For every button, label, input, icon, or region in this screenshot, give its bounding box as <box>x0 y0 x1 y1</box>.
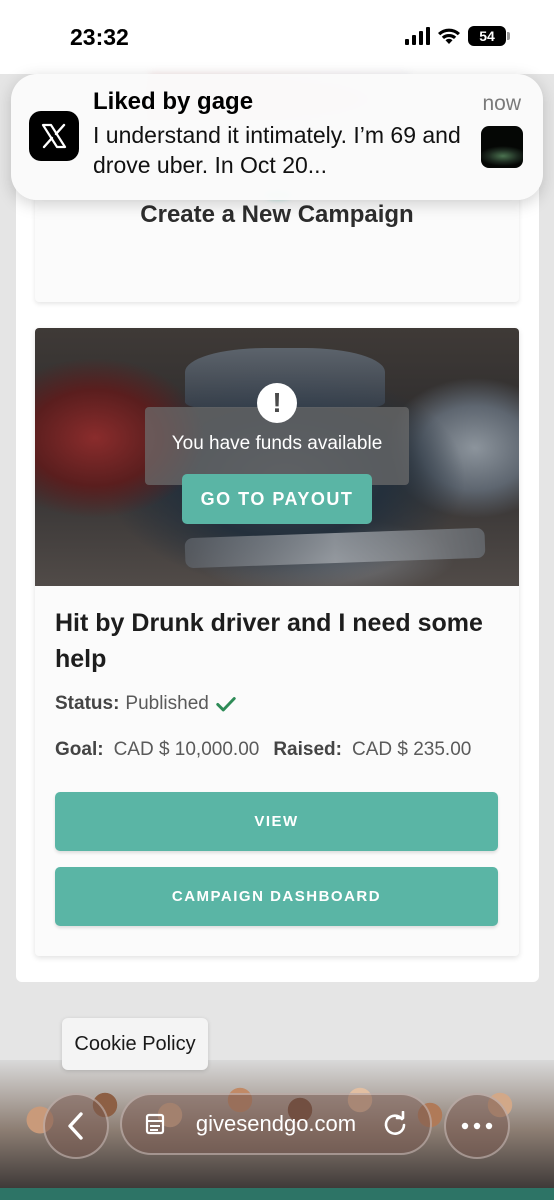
funding-row: Goal: CAD $ 10,000.00 Raised: CAD $ 235.… <box>55 739 471 761</box>
exclamation-icon: ! <box>257 383 297 423</box>
create-campaign-title[interactable]: Create a New Campaign <box>35 201 519 229</box>
status-bar: 23:32 54 <box>0 0 554 74</box>
campaign-card: ! You have funds available GO TO PAYOUT … <box>35 328 519 956</box>
more-dots-icon <box>461 1122 493 1130</box>
raised-label: Raised: <box>273 739 342 760</box>
campaign-image: ! You have funds available GO TO PAYOUT <box>35 328 519 586</box>
cookie-policy-button[interactable]: Cookie Policy <box>62 1018 208 1070</box>
bottom-strip <box>0 1188 554 1200</box>
check-icon <box>216 697 236 712</box>
status-label: Status: <box>55 693 120 714</box>
campaign-dashboard-button[interactable]: CAMPAIGN DASHBOARD <box>55 867 498 926</box>
go-to-payout-button[interactable]: GO TO PAYOUT <box>182 474 372 524</box>
goal-label: Goal: <box>55 739 104 760</box>
battery-level: 54 <box>479 28 495 44</box>
address-bar[interactable]: givesendgo.com <box>120 1093 432 1155</box>
url-text[interactable]: givesendgo.com <box>196 1111 356 1137</box>
status-value: Published <box>125 693 209 714</box>
status-icons: 54 <box>405 26 510 46</box>
signal-icon <box>405 27 430 45</box>
notification-time: now <box>482 92 521 115</box>
goal-value: CAD $ 10,000.00 <box>113 739 260 760</box>
funds-message: You have funds available <box>171 433 383 454</box>
status-time: 23:32 <box>70 24 129 50</box>
x-logo-icon <box>29 111 79 161</box>
reload-icon[interactable] <box>382 1111 408 1137</box>
back-button[interactable] <box>43 1093 109 1159</box>
wifi-icon <box>438 28 460 44</box>
notification-body: I understand it intimately. I’m 69 and d… <box>93 122 461 178</box>
push-notification[interactable]: Liked by gage now I understand it intima… <box>11 74 543 200</box>
raised-value: CAD $ 235.00 <box>351 739 472 760</box>
battery-icon: 54 <box>468 26 510 46</box>
notification-title: Liked by gage <box>93 88 254 115</box>
tabs-icon[interactable] <box>144 1112 170 1136</box>
more-button[interactable] <box>444 1093 510 1159</box>
view-button[interactable]: VIEW <box>55 792 498 851</box>
campaign-title: Hit by Drunk driver and I need some help <box>55 609 483 673</box>
chevron-left-icon <box>68 1112 83 1140</box>
status-row: Status: Published <box>55 693 237 715</box>
notification-thumbnail <box>481 126 523 168</box>
